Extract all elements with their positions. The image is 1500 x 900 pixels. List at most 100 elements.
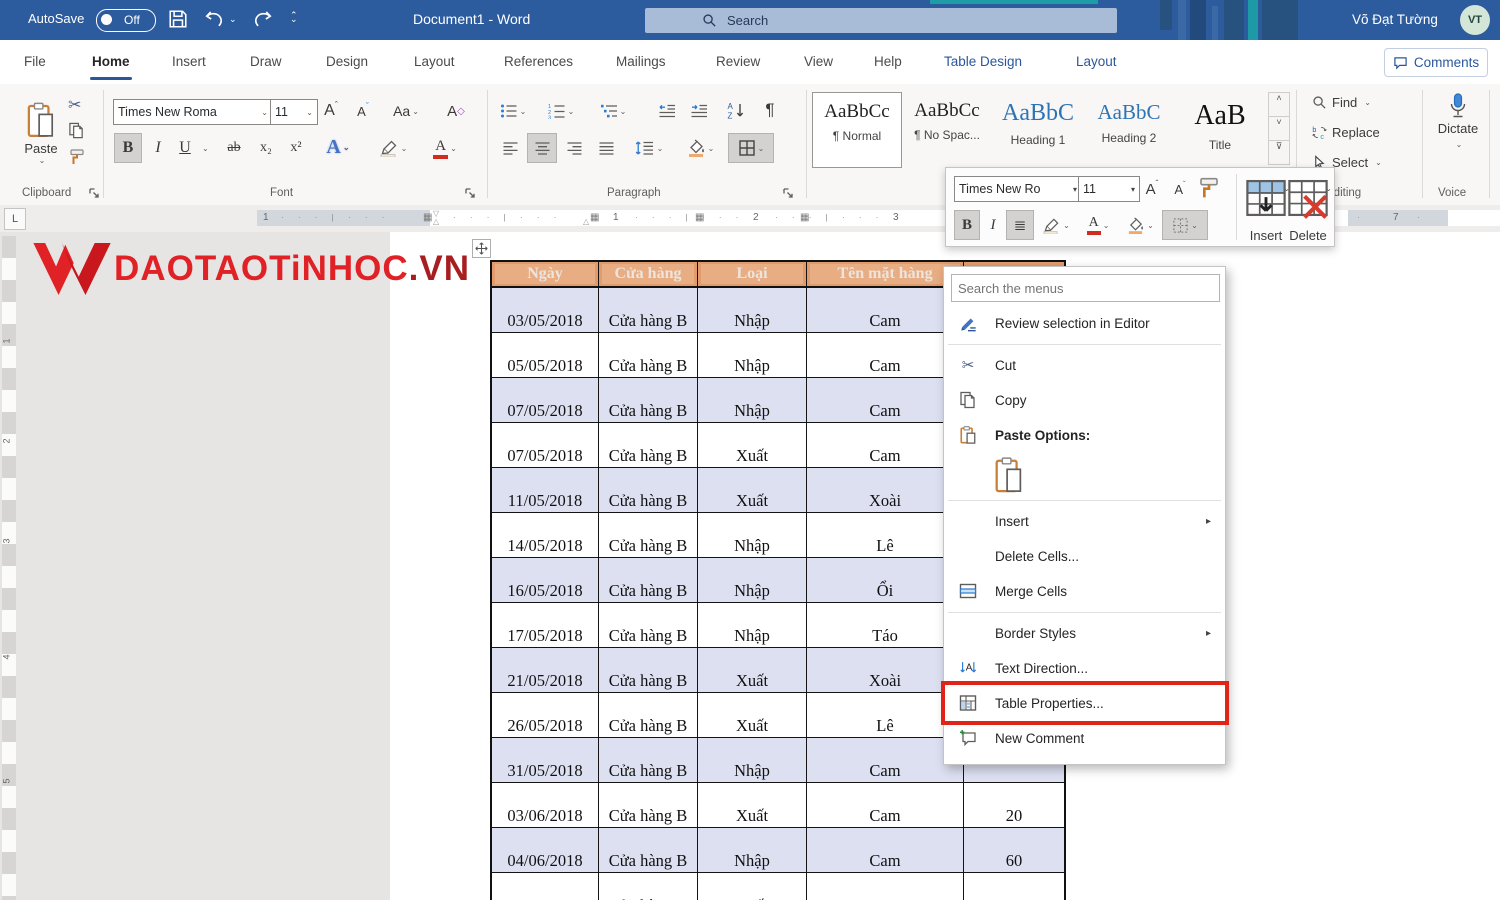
dictate-button[interactable]: Dictate ⌄	[1432, 92, 1484, 149]
indent-marker[interactable]: △	[583, 217, 589, 226]
multilevel-list-button[interactable]: ⌄	[595, 97, 631, 125]
table-cell[interactable]: Cam	[807, 333, 964, 378]
undo-icon[interactable]	[203, 9, 225, 29]
table-cell[interactable]: Xoài	[807, 648, 964, 693]
justify-button[interactable]	[591, 133, 621, 163]
underline-caret[interactable]: ⌄	[202, 144, 209, 153]
ruler-column-marker-icon[interactable]: ▦	[800, 212, 809, 223]
table-header-cell[interactable]: Cửa hàng	[599, 261, 698, 287]
table-cell[interactable]: 05/05/2018	[491, 333, 599, 378]
search-box[interactable]: Search	[645, 8, 1117, 33]
font-size-select[interactable]: 11 ⌄	[270, 99, 318, 125]
mini-borders-button[interactable]: ⌄	[1162, 210, 1208, 240]
table-cell[interactable]: Cửa hàng B	[599, 828, 698, 873]
style-heading-2[interactable]: AaBbCHeading 2	[1085, 92, 1173, 166]
ruler-column-marker-icon[interactable]: ▦	[590, 212, 599, 223]
paragraph-dialog-launcher-icon[interactable]	[782, 187, 794, 199]
sort-button[interactable]: AZ	[720, 95, 752, 125]
tab-stop-selector[interactable]: L	[4, 208, 26, 230]
table-cell[interactable]: Cửa hàng B	[599, 287, 698, 333]
align-left-button[interactable]	[495, 133, 525, 163]
tab-design[interactable]: Design	[322, 52, 372, 71]
table-cell[interactable]: Xuất	[698, 648, 807, 693]
table-cell[interactable]: 07/05/2018	[491, 423, 599, 468]
table-cell[interactable]: 07/05/2018	[491, 378, 599, 423]
autosave-toggle[interactable]: Off	[96, 9, 156, 32]
table-cell[interactable]: Cam	[807, 423, 964, 468]
menu-item-copy[interactable]: Copy	[944, 383, 1225, 418]
decrease-indent-button[interactable]	[652, 97, 682, 125]
styles-scroll-down[interactable]: ˅	[1268, 117, 1290, 141]
table-cell[interactable]: Lê	[807, 513, 964, 558]
table-cell[interactable]: 21/05/2018	[491, 648, 599, 693]
tab-layout-2[interactable]: Layout	[1072, 52, 1121, 71]
table-cell[interactable]: Nhập	[698, 287, 807, 333]
table-cell[interactable]: Cam	[807, 378, 964, 423]
table-cell[interactable]: Xuất	[698, 423, 807, 468]
style-title[interactable]: AaBTitle	[1176, 92, 1264, 166]
avatar[interactable]: VT	[1460, 5, 1490, 35]
tab-file[interactable]: File	[20, 52, 50, 71]
tab-mailings[interactable]: Mailings	[612, 52, 670, 71]
table-cell[interactable]: 03/06/2018	[491, 783, 599, 828]
change-case-button[interactable]: Aa⌄	[388, 97, 424, 125]
table-header-cell[interactable]: Tên mặt hàng	[807, 261, 964, 287]
table-cell[interactable]: 16/05/2018	[491, 558, 599, 603]
tab-view[interactable]: View	[800, 52, 837, 71]
table-move-handle-icon[interactable]	[472, 239, 491, 258]
mini-delete-button[interactable]: ⌄ Delete	[1286, 176, 1330, 243]
menu-item-table-properties[interactable]: Table Properties...	[944, 686, 1225, 721]
vertical-ruler[interactable]: 12345	[2, 236, 16, 900]
style--normal[interactable]: AaBbCc¶ Normal	[812, 92, 902, 168]
italic-button[interactable]: I	[146, 133, 170, 163]
line-spacing-button[interactable]: ⌄	[628, 133, 670, 163]
mini-font-size-select[interactable]: 11 ▾	[1078, 176, 1140, 202]
styles-more-button[interactable]: ⊽	[1268, 141, 1290, 165]
table-row[interactable]: 08/06/2018Cửa hàng BXuấtCam40	[491, 873, 1065, 900]
table-cell[interactable]: 20	[964, 783, 1066, 828]
underline-button[interactable]: U	[172, 133, 198, 163]
shrink-font-button[interactable]: Aˇ	[348, 97, 378, 125]
cut-icon[interactable]: ✂	[68, 95, 81, 115]
tab-layout[interactable]: Layout	[410, 52, 459, 71]
shading-button[interactable]: ⌄	[680, 133, 720, 163]
redo-icon[interactable]	[252, 9, 274, 29]
menu-item-text-direction[interactable]: AText Direction...	[944, 651, 1225, 686]
table-cell[interactable]: 08/06/2018	[491, 873, 599, 900]
table-cell[interactable]: Cửa hàng B	[599, 378, 698, 423]
table-cell[interactable]: 31/05/2018	[491, 738, 599, 783]
menu-search-input[interactable]	[951, 274, 1220, 302]
table-cell[interactable]: Lê	[807, 693, 964, 738]
grow-font-button[interactable]: Aˆ	[316, 97, 346, 125]
table-cell[interactable]: Xuất	[698, 873, 807, 900]
table-cell[interactable]: Cửa hàng B	[599, 873, 698, 900]
user-name[interactable]: Võ Đạt Tường	[1352, 12, 1438, 27]
hanging-indent-marker[interactable]: △	[433, 217, 439, 226]
menu-item-paste-options[interactable]: Paste Options:	[944, 418, 1225, 453]
table-cell[interactable]: Xoài	[807, 468, 964, 513]
menu-item-border-styles[interactable]: Border Styles▸	[944, 616, 1225, 651]
font-color-button[interactable]: A⌄	[424, 133, 466, 163]
style--no-spac-[interactable]: AaBbCc¶ No Spac...	[903, 92, 991, 166]
table-row[interactable]: 03/06/2018Cửa hàng BXuấtCam20	[491, 783, 1065, 828]
replace-button[interactable]: bc Replace	[1312, 125, 1380, 140]
table-cell[interactable]: Xuất	[698, 468, 807, 513]
bullets-button[interactable]: ⌄	[495, 97, 531, 125]
paste-button[interactable]: Paste ⌄	[16, 92, 66, 174]
ruler-column-marker-icon[interactable]: ▦	[423, 212, 432, 223]
table-cell[interactable]: Xuất	[698, 783, 807, 828]
table-cell[interactable]: 04/06/2018	[491, 828, 599, 873]
table-cell[interactable]: 26/05/2018	[491, 693, 599, 738]
table-cell[interactable]: Cửa hàng B	[599, 738, 698, 783]
increase-indent-button[interactable]	[684, 97, 714, 125]
table-cell[interactable]: 17/05/2018	[491, 603, 599, 648]
table-cell[interactable]: Cam	[807, 287, 964, 333]
clear-formatting-button[interactable]: A◇	[440, 97, 472, 125]
tab-draw[interactable]: Draw	[246, 52, 286, 71]
table-cell[interactable]: 03/05/2018	[491, 287, 599, 333]
table-cell[interactable]: Cam	[807, 828, 964, 873]
style-heading-1[interactable]: AaBbCHeading 1	[994, 92, 1082, 166]
font-family-select[interactable]: Times New Roma ⌄	[113, 99, 273, 125]
table-cell[interactable]: Cửa hàng B	[599, 333, 698, 378]
table-cell[interactable]: Cửa hàng B	[599, 423, 698, 468]
